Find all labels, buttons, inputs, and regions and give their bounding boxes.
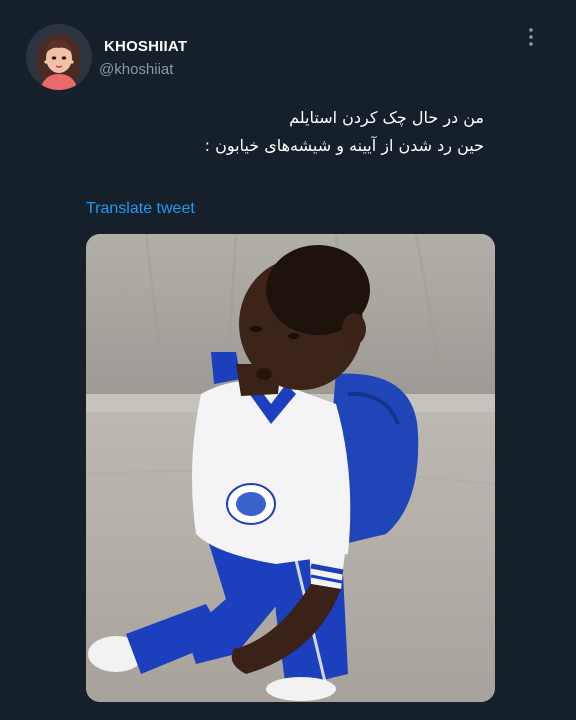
avatar-illustration [26, 24, 92, 90]
tweet-text-line: من در حال چک کردن استایلم [289, 108, 484, 127]
more-vertical-icon[interactable] [519, 24, 543, 50]
user-handle[interactable]: @khoshiiat [99, 61, 173, 78]
tweet-text-line: حین رد شدن از آیینه و شیشه‌های خیابون : [204, 136, 484, 155]
translate-tweet-link[interactable]: Translate tweet [86, 200, 195, 218]
avatar[interactable] [26, 24, 92, 90]
tweet-text: من در حال چک کردن استایلم حین رد شدن از … [44, 104, 484, 160]
display-name[interactable]: KHOSHIIAT [104, 38, 187, 55]
tweet-media-photo[interactable] [86, 234, 495, 702]
photo-illustration [86, 234, 495, 702]
tweet-card: KHOSHIIAT @khoshiiat من در حال چک کردن ا… [0, 0, 576, 720]
